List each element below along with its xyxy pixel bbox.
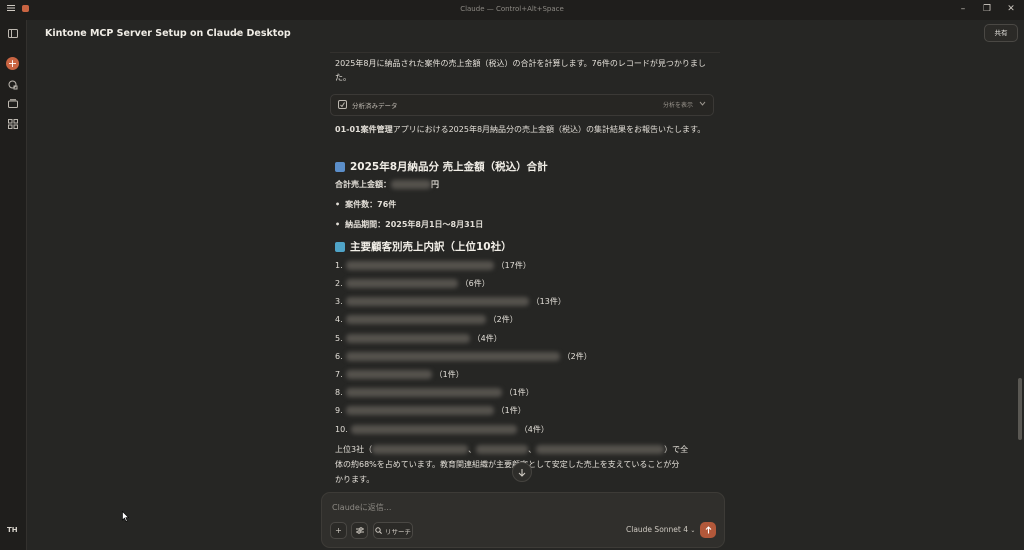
analysis-icon — [338, 100, 347, 109]
window-title: Claude — Control+Alt+Space — [460, 5, 564, 13]
chevron-down-icon[interactable] — [233, 30, 241, 36]
redacted-customer — [345, 315, 486, 324]
scrollbar-thumb[interactable] — [1018, 378, 1022, 440]
heading-text: 2025年8月納品分 売上金額（税込）合計 — [350, 161, 548, 173]
sidebar: + TH — [0, 20, 27, 550]
redacted-customer — [350, 425, 517, 434]
analysis-label: 分析済みデータ — [352, 102, 398, 110]
tools-button[interactable] — [351, 522, 368, 539]
list-item: 2. （6件） — [335, 279, 490, 288]
conversation-header: Kintone MCP Server Setup on Claude Deskt… — [27, 20, 1024, 52]
list-item: 4. （2件） — [335, 315, 518, 324]
reply-input[interactable] — [330, 499, 704, 515]
section-heading-customers: 主要顧客別売上内訳（上位10社） — [335, 239, 512, 254]
building-icon — [335, 241, 345, 252]
artifacts-icon[interactable] — [6, 117, 19, 130]
new-chat-icon[interactable]: + — [6, 57, 19, 70]
redacted-customer — [345, 334, 470, 343]
total-amount-row: 合計売上金額： 円 — [335, 179, 439, 190]
search-icon — [375, 527, 382, 534]
redacted-customer — [536, 445, 665, 454]
chevron-down-icon[interactable] — [699, 101, 706, 106]
intro-text: 2025年8月に納品された案件の売上金額（税込）の合計を計算します。76件のレコ… — [335, 59, 706, 82]
redacted-customer — [372, 445, 469, 454]
minimize-icon[interactable]: – — [956, 3, 970, 15]
list-item: 7. （1件） — [335, 370, 464, 379]
chevron-down-icon: ⌄ — [690, 527, 696, 534]
redacted-amount — [391, 180, 431, 189]
closing-text: 体の約68%を占めています。教育関連組織が主要顧客として安定した売上を支えている… — [335, 460, 680, 469]
analysis-block[interactable]: 分析済みデータ 分析を表示 — [330, 94, 714, 116]
redacted-customer — [345, 388, 502, 397]
arrow-down-icon — [518, 468, 526, 477]
redacted-customer — [345, 261, 494, 270]
currency-label: 円 — [431, 180, 439, 189]
redacted-customer — [345, 279, 458, 288]
arrow-up-icon — [705, 526, 711, 534]
avatar[interactable]: TH — [7, 526, 18, 534]
summary-text: 01-01案件管理アプリにおける2025年8月納品分の売上金額（税込）の集計結果… — [335, 123, 713, 137]
close-icon[interactable]: ✕ — [1004, 3, 1018, 15]
share-button[interactable]: 共有 — [984, 24, 1018, 42]
section-heading-total: 2025年8月納品分 売上金額（税込）合計 — [335, 159, 548, 174]
heading-text: 主要顧客別売上内訳（上位10社） — [350, 241, 512, 253]
sidebar-toggle-icon[interactable] — [6, 27, 19, 40]
model-name: Claude Sonnet 4 — [626, 525, 688, 534]
list-item: 8. （1件） — [335, 388, 534, 397]
plus-icon: + — [335, 526, 342, 535]
list-item: 3. （13件） — [335, 297, 566, 306]
model-selector[interactable]: Claude Sonnet 4 ⌄ — [626, 525, 695, 534]
closing-text: 上位3社（、、）で全 — [335, 445, 689, 454]
list-item: 10. （4件） — [335, 425, 549, 434]
redacted-customer — [345, 370, 432, 379]
list-item: 5. （4件） — [335, 334, 502, 343]
scroll-to-bottom-button[interactable] — [512, 462, 532, 482]
list-item: 6. （2件） — [335, 352, 592, 361]
chats-icon[interactable] — [6, 78, 19, 91]
closing-text: かります。 — [335, 475, 375, 484]
research-button[interactable]: リサーチ — [373, 522, 413, 539]
projects-icon[interactable] — [6, 97, 19, 110]
show-analysis-button[interactable]: 分析を表示 — [663, 100, 693, 109]
list-item: 9. （1件） — [335, 406, 526, 415]
summary-rest: アプリにおける2025年8月納品分の売上金額（税込）の集計結果をお報告いたします… — [392, 125, 706, 134]
sliders-icon — [355, 527, 364, 534]
research-label: リサーチ — [385, 527, 411, 536]
list-item: 案件数：76件 — [335, 199, 396, 210]
mouse-cursor-icon — [122, 511, 129, 522]
list-item: 納品期間：2025年8月1日〜8月31日 — [335, 219, 483, 230]
title-bar: Claude — Control+Alt+Space – ❐ ✕ — [0, 0, 1024, 20]
redacted-customer — [345, 297, 529, 306]
divider — [330, 52, 720, 53]
redacted-customer — [345, 352, 560, 361]
conversation-title[interactable]: Kintone MCP Server Setup on Claude Deskt… — [45, 28, 291, 39]
app-name: 01-01案件管理 — [335, 125, 393, 134]
message-composer: + リサーチ Claude Sonnet 4 ⌄ — [321, 492, 725, 548]
list-item: 1. （17件） — [335, 261, 531, 270]
redacted-customer — [345, 406, 494, 415]
restore-icon[interactable]: ❐ — [980, 3, 994, 15]
add-attachment-button[interactable]: + — [330, 522, 347, 539]
send-button[interactable] — [700, 522, 716, 538]
bar-chart-icon — [335, 161, 345, 172]
redacted-customer — [476, 445, 529, 454]
total-label: 合計売上金額： — [335, 180, 391, 189]
